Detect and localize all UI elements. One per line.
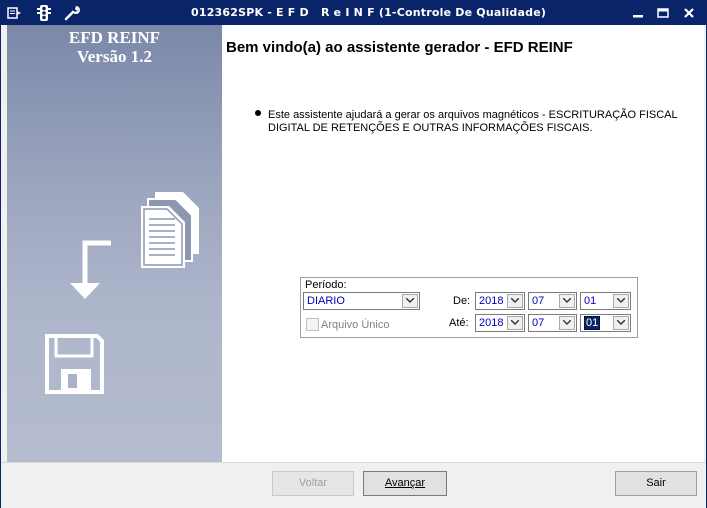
chevron-down-icon[interactable] bbox=[613, 294, 629, 308]
floppy-disk-icon bbox=[45, 334, 104, 394]
wizard-illustration bbox=[45, 192, 199, 394]
wizard-sidebar: EFD REINF Versão 1.2 bbox=[7, 25, 222, 462]
from-year-select[interactable]: 2018 bbox=[475, 292, 525, 310]
app-window: 012362SPK - E F D R e I N F (1-Controle … bbox=[0, 0, 707, 508]
from-month-value: 07 bbox=[532, 295, 545, 307]
window-title: 012362SPK - E F D R e I N F (1-Controle … bbox=[191, 6, 547, 19]
exit-button[interactable]: Sair bbox=[615, 471, 697, 496]
from-day-select[interactable]: 01 bbox=[580, 292, 631, 310]
back-button[interactable]: Voltar bbox=[272, 471, 354, 496]
documents-icon bbox=[141, 192, 199, 268]
traffic-light-icon[interactable] bbox=[35, 4, 53, 22]
period-group: Período: DIARIO Arquivo Único De: 2018 0… bbox=[300, 277, 638, 338]
period-type-value: DIARIO bbox=[307, 295, 345, 307]
to-label: Até: bbox=[449, 317, 469, 329]
chevron-down-icon[interactable] bbox=[559, 316, 575, 330]
next-button[interactable]: Avançar bbox=[363, 471, 447, 496]
period-label: Período: bbox=[305, 279, 347, 291]
single-file-checkbox[interactable] bbox=[306, 318, 319, 331]
single-file-label: Arquivo Único bbox=[321, 319, 390, 331]
to-month-select[interactable]: 07 bbox=[528, 314, 577, 332]
chevron-down-icon[interactable] bbox=[559, 294, 575, 308]
menu-icon[interactable] bbox=[5, 4, 23, 22]
to-day-value: 01 bbox=[584, 316, 601, 330]
to-day-select[interactable]: 01 bbox=[580, 314, 631, 332]
wizard-panel: EFD REINF Versão 1.2 Bem vindo(a) ao ass… bbox=[7, 25, 704, 462]
minimize-icon[interactable] bbox=[629, 5, 647, 21]
maximize-icon[interactable] bbox=[654, 5, 672, 21]
from-year-value: 2018 bbox=[479, 295, 504, 307]
button-bar: Voltar Avançar Sair bbox=[1, 462, 706, 508]
chevron-down-icon[interactable] bbox=[507, 316, 523, 330]
chevron-down-icon[interactable] bbox=[613, 316, 629, 330]
to-month-value: 07 bbox=[532, 317, 545, 329]
to-year-value: 2018 bbox=[479, 317, 504, 329]
chevron-down-icon[interactable] bbox=[507, 294, 523, 308]
from-day-value: 01 bbox=[584, 295, 597, 307]
close-icon[interactable] bbox=[680, 5, 698, 21]
wrench-icon[interactable] bbox=[63, 4, 81, 22]
chevron-down-icon[interactable] bbox=[402, 294, 418, 308]
title-bar[interactable]: 012362SPK - E F D R e I N F (1-Controle … bbox=[1, 1, 706, 25]
from-month-select[interactable]: 07 bbox=[528, 292, 577, 310]
period-type-select[interactable]: DIARIO bbox=[303, 292, 420, 310]
to-year-select[interactable]: 2018 bbox=[475, 314, 525, 332]
arrow-down-icon bbox=[70, 240, 111, 299]
page-title: Bem vindo(a) ao assistente gerador - EFD… bbox=[226, 39, 573, 56]
bullet-icon bbox=[255, 110, 261, 116]
from-label: De: bbox=[453, 295, 471, 307]
intro-text: Este assistente ajudará a gerar os arqui… bbox=[268, 109, 678, 134]
